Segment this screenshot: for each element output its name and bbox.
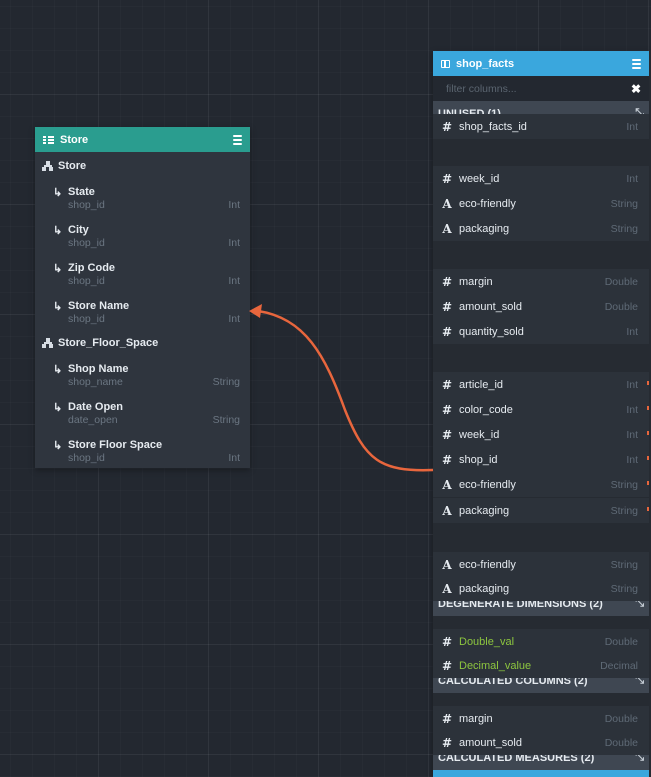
relationship-link-line <box>257 309 434 472</box>
relationship-link <box>249 304 434 472</box>
relationship-arrowhead-icon <box>249 304 262 318</box>
